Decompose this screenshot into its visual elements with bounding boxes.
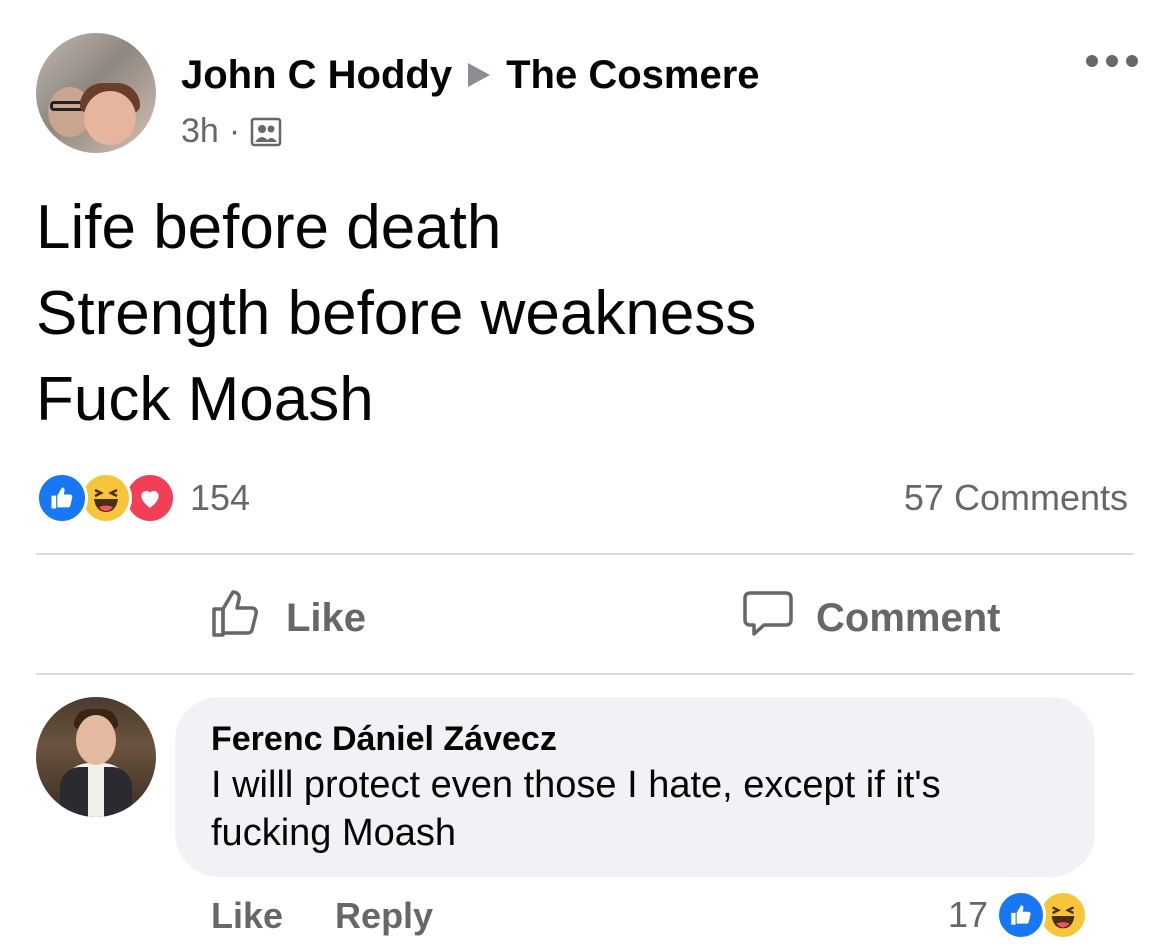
comment-reply-button[interactable]: Reply [335,892,433,940]
post-body: Life before death Strength before weakne… [36,185,756,443]
commenter-name[interactable]: Ferenc Dániel Závecz [211,717,1059,761]
divider [36,553,1134,555]
more-options-icon[interactable] [1086,55,1138,67]
commenter-avatar[interactable] [36,697,156,817]
comment-text: I willl protect even those I hate, excep… [211,764,941,854]
like-icon [996,890,1047,940]
group-audience-icon [250,116,282,148]
divider [36,673,1134,675]
reaction-summary[interactable]: 154 [36,472,251,524]
comment-button[interactable]: Comment [740,588,1000,648]
post-text-line: Strength before weakness [36,279,757,348]
comment-reaction-summary[interactable]: 17 [948,890,1089,940]
comment-reaction-count: 17 [948,894,989,935]
arrow-right-icon [468,63,491,87]
post-time[interactable]: 3h [181,112,219,151]
like-icon [36,472,88,524]
comment-count[interactable]: 57 Comments [904,474,1128,522]
like-button[interactable]: Like [210,588,366,648]
like-button-label: Like [286,595,367,640]
comment-actions: Like Reply [211,892,433,940]
comment-like-button[interactable]: Like [211,892,283,940]
post-text-line: Fuck Moash [36,365,374,434]
comment-bubble: Ferenc Dániel Závecz I willl protect eve… [175,697,1095,877]
thumbs-up-outline-icon [210,585,266,651]
reaction-count: 154 [190,477,251,518]
post-header: John C Hoddy The Cosmere [181,50,760,100]
post-meta: 3h · [181,112,282,151]
comment-bubble-icon [740,585,796,651]
comment-button-label: Comment [816,595,1001,640]
post-text-line: Life before death [36,193,502,262]
author-name[interactable]: John C Hoddy [181,53,452,98]
meta-separator: · [228,112,241,150]
author-avatar[interactable] [36,33,156,153]
group-name[interactable]: The Cosmere [506,53,759,98]
